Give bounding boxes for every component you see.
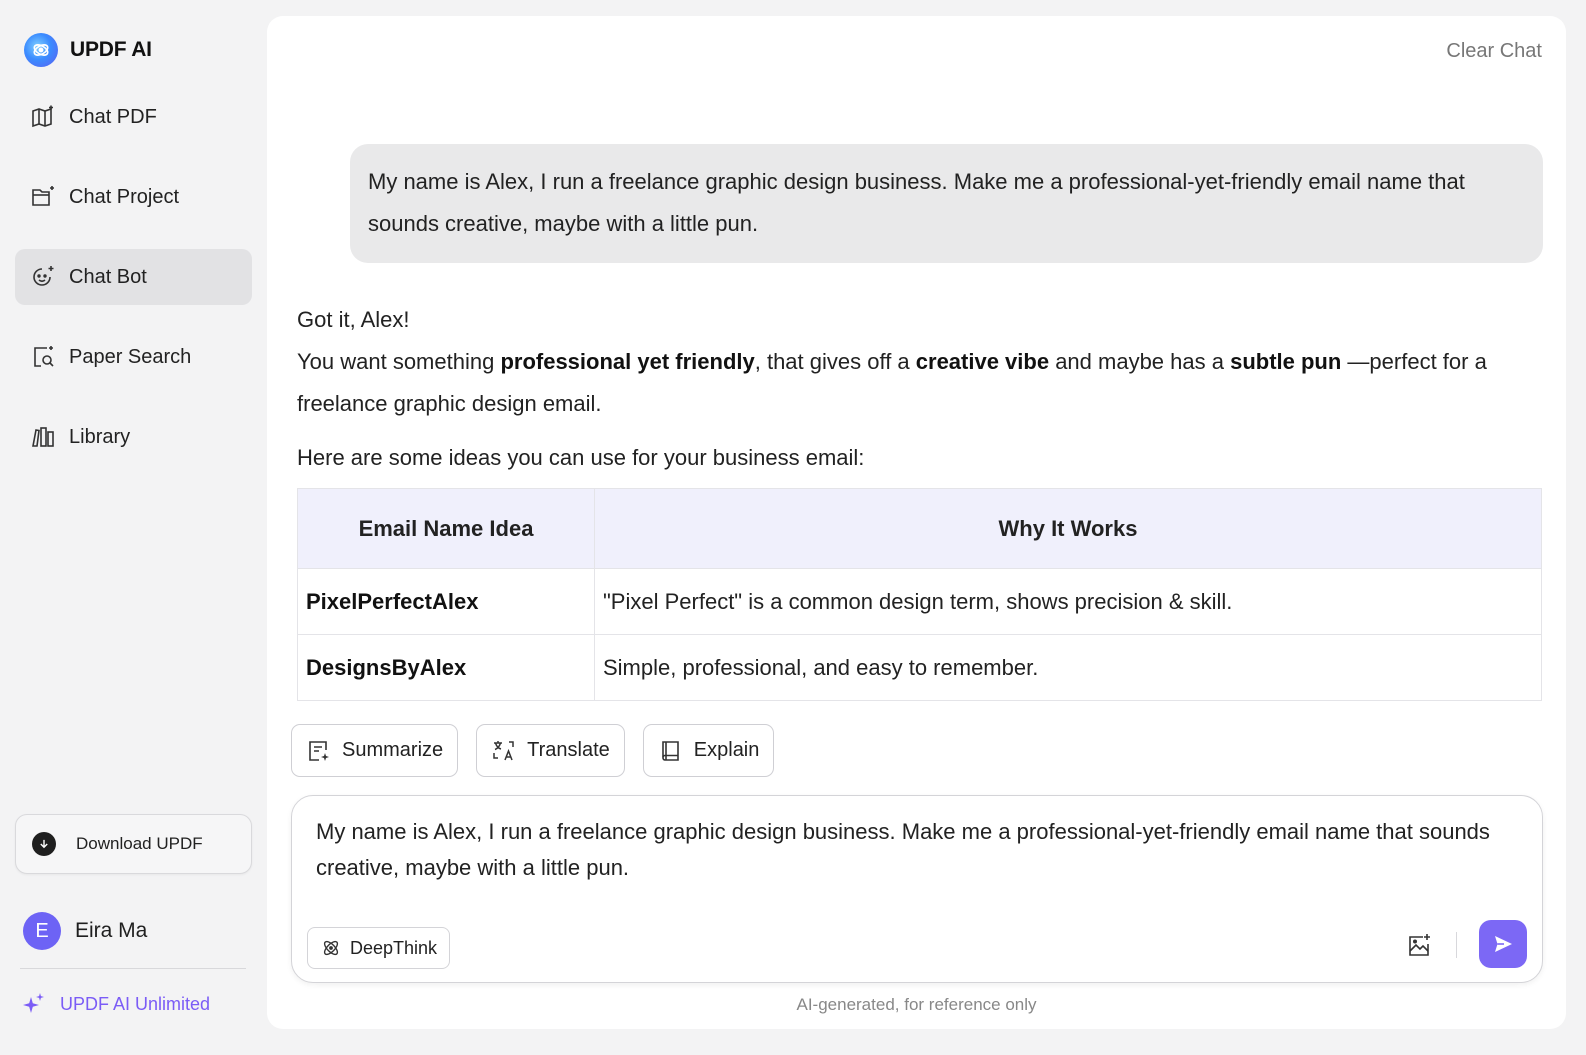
library-icon	[32, 427, 54, 447]
sparkle-icon	[23, 993, 44, 1013]
sidebar-item-label: Library	[69, 425, 131, 448]
sidebar-item-label: Chat Bot	[69, 265, 147, 288]
avatar: E	[23, 912, 61, 950]
sidebar-item-label: Chat PDF	[69, 105, 157, 128]
send-button[interactable]	[1479, 920, 1527, 968]
summarize-label: Summarize	[342, 739, 444, 761]
email-ideas-table: Email Name Idea Why It Works PixelPerfec…	[297, 488, 1542, 701]
table-row: PixelPerfectAlex "Pixel Perfect" is a co…	[297, 568, 1542, 635]
user-profile[interactable]: E Eira Ma	[23, 912, 147, 950]
table-cell-name: PixelPerfectAlex	[297, 568, 595, 635]
sidebar-item-label: Chat Project	[69, 185, 180, 208]
translate-label: Translate	[527, 739, 610, 761]
message-input[interactable]: My name is Alex, I run a freelance graph…	[316, 814, 1496, 894]
brand[interactable]: UPDF AI	[24, 33, 152, 67]
assistant-reply: Got it, Alex! You want something profess…	[297, 299, 1547, 479]
chat-panel: Clear Chat My name is Alex, I run a free…	[267, 16, 1566, 1029]
reply-summary: You want something professional yet frie…	[297, 341, 1547, 425]
reply-bold: creative vibe	[915, 349, 1050, 374]
translate-button[interactable]: Translate	[476, 724, 625, 777]
reply-greeting: Got it, Alex!	[297, 307, 410, 332]
sidebar-nav: Chat PDF Chat Project Chat Bot Paper Sea…	[15, 89, 252, 489]
atom-icon	[323, 940, 339, 956]
table-cell-name: DesignsByAlex	[297, 634, 595, 701]
table-row: DesignsByAlex Simple, professional, and …	[297, 634, 1542, 701]
book-icon	[661, 740, 679, 761]
deepthink-toggle[interactable]: DeepThink	[307, 927, 451, 969]
reply-text: You want something	[297, 349, 501, 374]
message-composer: My name is Alex, I run a freelance graph…	[291, 795, 1543, 983]
bot-face-icon	[33, 266, 54, 286]
reply-intro: Here are some ideas you can use for your…	[297, 445, 865, 470]
brand-name: UPDF AI	[70, 38, 152, 61]
quick-actions: Summarize Translate Explain	[291, 724, 775, 777]
explain-label: Explain	[693, 739, 760, 761]
clear-chat-button[interactable]: Clear Chat	[1446, 40, 1542, 63]
reply-bold: professional yet friendly	[500, 349, 755, 374]
summarize-icon	[309, 740, 329, 761]
table-cell-why: "Pixel Perfect" is a common design term,…	[594, 568, 1542, 635]
unlimited-label: UPDF AI Unlimited	[60, 993, 211, 1014]
divider	[20, 968, 246, 969]
sidebar-item-paper-search[interactable]: Paper Search	[15, 329, 252, 385]
ai-disclaimer: AI-generated, for reference only	[796, 995, 1037, 1014]
send-icon	[1495, 936, 1512, 952]
table-header: Why It Works	[594, 488, 1542, 569]
doc-search-icon	[34, 346, 54, 367]
sidebar: UPDF AI Chat PDF Chat Project Chat Bot P…	[0, 0, 266, 1055]
explain-button[interactable]: Explain	[642, 724, 775, 777]
download-updf-button[interactable]: Download UPDF	[15, 814, 252, 874]
deepthink-label: DeepThink	[350, 937, 438, 958]
download-icon	[32, 832, 56, 856]
summarize-button[interactable]: Summarize	[291, 724, 459, 777]
sidebar-item-label: Paper Search	[69, 345, 192, 368]
book-sparkle-icon	[32, 105, 53, 128]
table-cell-why: Simple, professional, and easy to rememb…	[594, 634, 1542, 701]
reply-text: , that gives off a	[754, 349, 916, 374]
image-generate-button[interactable]	[1402, 929, 1436, 963]
translate-icon	[493, 740, 514, 760]
download-label: Download UPDF	[76, 834, 203, 853]
sidebar-item-chat-project[interactable]: Chat Project	[15, 169, 252, 225]
folder-sparkle-icon	[32, 186, 54, 206]
divider	[1456, 932, 1457, 958]
user-message-bubble: My name is Alex, I run a freelance graph…	[350, 144, 1543, 263]
table-header: Email Name Idea	[297, 488, 595, 569]
upgrade-unlimited-link[interactable]: UPDF AI Unlimited	[22, 992, 210, 1016]
sidebar-item-library[interactable]: Library	[15, 409, 252, 465]
table-header-row: Email Name Idea Why It Works	[297, 488, 1542, 569]
reply-bold: subtle pun	[1230, 349, 1342, 374]
sidebar-item-chat-pdf[interactable]: Chat PDF	[15, 89, 252, 145]
reply-text: and maybe has a	[1049, 349, 1231, 374]
image-sparkle-icon	[1409, 934, 1430, 956]
sidebar-item-chat-bot[interactable]: Chat Bot	[15, 249, 252, 305]
updf-ai-logo-icon	[24, 33, 58, 67]
user-name: Eira Ma	[75, 919, 148, 942]
